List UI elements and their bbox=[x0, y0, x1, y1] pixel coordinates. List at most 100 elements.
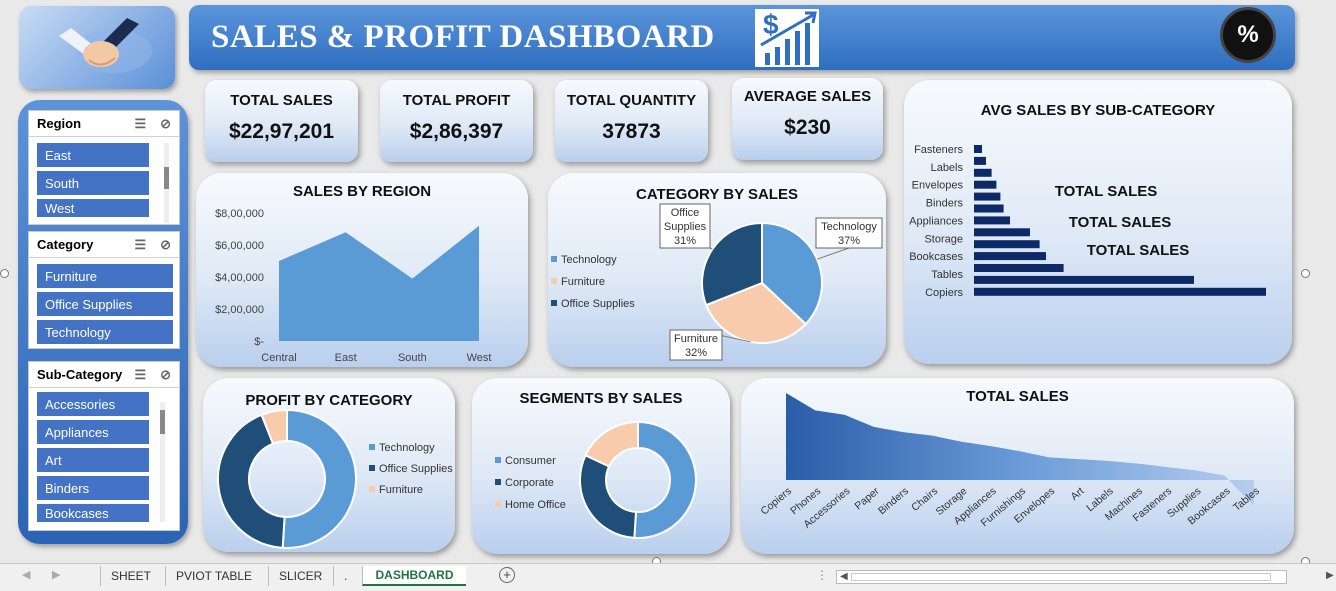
y-tick-label: Envelopes bbox=[912, 180, 964, 192]
bar bbox=[974, 216, 1010, 225]
page-title: SALES & PROFIT DASHBOARD bbox=[211, 19, 715, 55]
overlay-label: TOTAL SALES bbox=[1055, 183, 1158, 200]
horizontal-scrollbar[interactable]: ◀ bbox=[836, 570, 1287, 584]
kpi-value: 37873 bbox=[602, 120, 661, 143]
overlay-label: TOTAL SALES bbox=[1069, 214, 1172, 231]
y-tick-label: Bookcases bbox=[909, 251, 963, 263]
data-label-name: Technology bbox=[821, 221, 877, 233]
clear-filter-icon[interactable]: ⊘ bbox=[160, 237, 171, 253]
legend-swatch bbox=[495, 479, 501, 485]
multi-select-icon[interactable]: ☰ bbox=[134, 237, 146, 253]
kpi-title: TOTAL QUANTITY bbox=[566, 92, 697, 109]
legend-entry: Furniture bbox=[561, 276, 605, 288]
y-tick-label: $8,00,000 bbox=[215, 208, 264, 220]
bar bbox=[974, 204, 1004, 213]
slicer-scrollbar[interactable] bbox=[164, 143, 169, 223]
bar bbox=[974, 192, 1001, 201]
handshake-icon bbox=[59, 18, 152, 73]
overlay-label: TOTAL SALES bbox=[1087, 242, 1190, 259]
y-tick-label: Labels bbox=[931, 162, 964, 174]
y-tick-label: $- bbox=[254, 336, 264, 348]
legend-swatch bbox=[551, 278, 557, 284]
category-by-sales-card[interactable]: CATEGORY BY SALES Technology Furniture Off… bbox=[548, 173, 886, 367]
kpi-title: TOTAL PROFIT bbox=[402, 92, 511, 109]
pie-slice bbox=[579, 453, 638, 539]
slicer-item-technology[interactable]: Technology bbox=[37, 320, 173, 344]
category-slicer-label: Category bbox=[37, 237, 94, 252]
total-sales-chart: CopiersPhonesAccessories PaperBindersChai… bbox=[758, 393, 1262, 531]
add-sheet-icon[interactable]: + bbox=[499, 567, 515, 583]
growth-chart-icon: $ bbox=[755, 9, 819, 67]
slicer-item-furniture[interactable]: Furniture bbox=[37, 264, 173, 288]
avg-sales-subcategory-chart: Fasteners Labels Envelopes Binders Appliance… bbox=[909, 144, 1266, 299]
y-tick-label: Storage bbox=[924, 233, 963, 245]
sales-by-region-chart: $- $2,00,000 $4,00,000 $6,00,000 $8,00,000 Ce… bbox=[215, 208, 492, 364]
subcategory-slicer[interactable]: Sub-Category ☰ ⊘ Accessories Appliances A… bbox=[28, 361, 180, 531]
x-tick-label: Art bbox=[1068, 485, 1086, 503]
kpi-total-quantity: TOTAL QUANTITY 37873 bbox=[555, 80, 708, 162]
multi-select-icon[interactable]: ☰ bbox=[134, 367, 146, 383]
scroll-left-arrow-icon[interactable]: ◀ bbox=[840, 571, 848, 582]
total-sales-card[interactable]: TOTAL SALES Copiers Phones Accessories Pape… bbox=[741, 378, 1294, 554]
y-tick-label: Appliances bbox=[909, 215, 963, 227]
slicer-item-art[interactable]: Art bbox=[37, 448, 149, 472]
slicer-item-west[interactable]: West bbox=[37, 199, 149, 217]
kpi-value: $230 bbox=[784, 116, 831, 139]
y-tick-label: Fasteners bbox=[914, 144, 963, 156]
pie-slice bbox=[281, 408, 357, 549]
x-tick-label: West bbox=[467, 352, 492, 364]
slicer-item-binders[interactable]: Binders bbox=[37, 476, 149, 500]
percent-icon[interactable]: % bbox=[1220, 7, 1276, 63]
legend-entry: Technology bbox=[561, 254, 617, 266]
slicer-item-east[interactable]: East bbox=[37, 143, 149, 167]
scroll-right-arrow-icon[interactable]: ▶ bbox=[1326, 570, 1334, 581]
more-options-icon[interactable]: ⋮ bbox=[816, 568, 828, 582]
legend-entry: Consumer bbox=[505, 455, 556, 467]
legend-swatch bbox=[369, 444, 375, 450]
region-slicer[interactable]: Region ☰ ⊘ East South West bbox=[28, 110, 180, 225]
scroll-left-icon[interactable]: ◀ bbox=[22, 568, 30, 581]
slicer-item-bookcases[interactable]: Bookcases bbox=[37, 504, 149, 522]
data-label-name: Furniture bbox=[674, 333, 718, 345]
data-label-name: Supplies bbox=[664, 221, 707, 233]
avg-sales-subcategory-card[interactable]: AVG SALES BY SUB-CATEGORY Fasteners Label… bbox=[904, 80, 1292, 364]
series-area bbox=[279, 225, 479, 341]
selection-handle[interactable] bbox=[1301, 269, 1310, 278]
kpi-title: TOTAL SALES bbox=[230, 92, 333, 109]
x-tick-label: Central bbox=[261, 352, 296, 364]
slicer-item-appliances[interactable]: Appliances bbox=[37, 420, 149, 444]
bar bbox=[974, 228, 1030, 237]
bar bbox=[974, 145, 982, 153]
header-banner: SALES & PROFIT DASHBOARD $ % bbox=[189, 5, 1295, 70]
slicer-item-south[interactable]: South bbox=[37, 171, 149, 195]
bar bbox=[974, 180, 997, 189]
y-tick-label: Binders bbox=[926, 198, 964, 210]
slicer-scrollbar[interactable] bbox=[160, 402, 165, 522]
category-slicer[interactable]: Category ☰ ⊘ Furniture Office Supplies Te… bbox=[28, 231, 180, 349]
tab-dashboard[interactable]: DASHBOARD bbox=[362, 566, 466, 586]
sales-by-region-card[interactable]: SALES BY REGION $- $2,00,000 $4,00,000 $6,0… bbox=[196, 173, 528, 367]
legend-entry: Office Supplies bbox=[379, 463, 453, 475]
y-tick-label: $2,00,000 bbox=[215, 304, 264, 316]
clear-filter-icon[interactable]: ⊘ bbox=[160, 367, 171, 383]
category-by-sales-chart: Technology Furniture Office Supplies Techno… bbox=[551, 203, 883, 361]
segments-by-sales-card[interactable]: SEGMENTS BY SALES Consumer Corporate Home … bbox=[472, 378, 730, 554]
tab-dot[interactable]: . bbox=[333, 566, 357, 586]
legend-entry: Furniture bbox=[379, 484, 423, 496]
selection-handle[interactable] bbox=[0, 269, 9, 278]
profit-by-category-card[interactable]: PROFIT BY CATEGORY Technology Office Supp… bbox=[203, 378, 455, 552]
legend-swatch bbox=[369, 486, 375, 492]
tab-sheet[interactable]: SHEET bbox=[100, 566, 161, 586]
bar bbox=[974, 264, 1064, 272]
scroll-right-icon[interactable]: ▶ bbox=[52, 568, 60, 581]
bar bbox=[974, 252, 1046, 261]
slicer-item-accessories[interactable]: Accessories bbox=[37, 392, 149, 416]
tab-slicer[interactable]: SLICER bbox=[268, 566, 332, 586]
bar bbox=[974, 287, 1266, 296]
pie-slice bbox=[584, 420, 639, 468]
multi-select-icon[interactable]: ☰ bbox=[134, 116, 146, 132]
tab-pivot-table[interactable]: PVIOT TABLE bbox=[165, 566, 262, 586]
profit-by-category-chart: Technology Office Supplies Furniture bbox=[217, 408, 453, 549]
slicer-item-office-supplies[interactable]: Office Supplies bbox=[37, 292, 173, 316]
clear-filter-icon[interactable]: ⊘ bbox=[160, 116, 171, 132]
